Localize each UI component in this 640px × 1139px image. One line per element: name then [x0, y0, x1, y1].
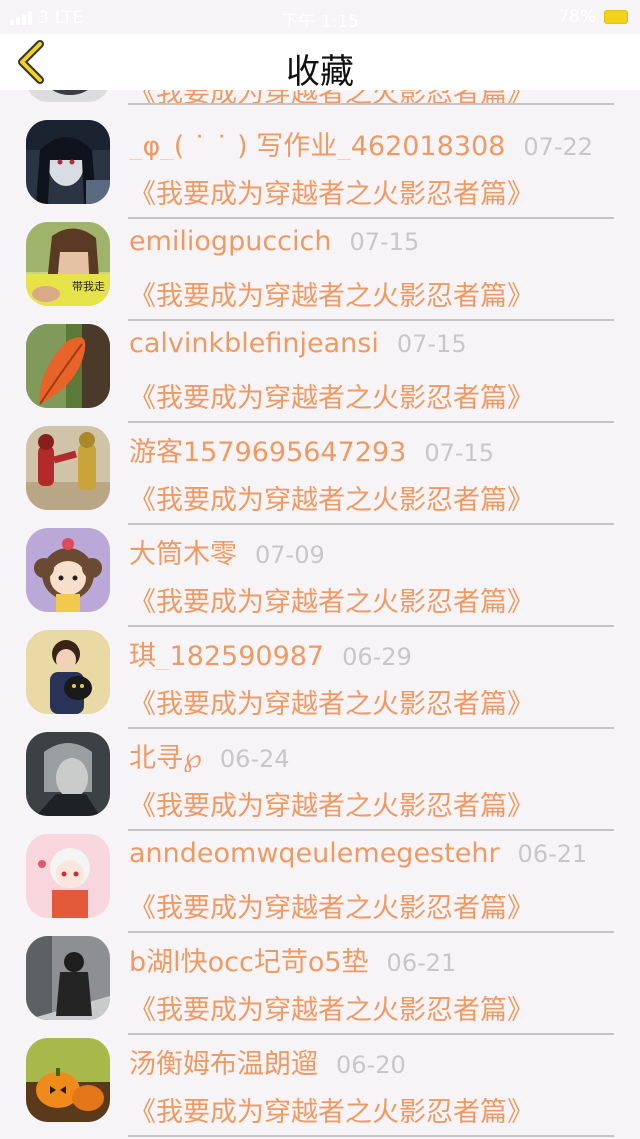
item-header: 大筒木零 07-09: [129, 532, 619, 568]
avatar: [26, 120, 110, 204]
user-name: 大筒木零: [129, 539, 237, 568]
user-name: 游客1579695647293: [129, 437, 407, 466]
item-title: 《我要成为穿越者之火影忍者篇》: [129, 281, 534, 312]
white-hair-anime-avatar: [26, 834, 110, 918]
pumpkin-avatar: [26, 1038, 110, 1122]
avatar: [26, 528, 110, 612]
avatar: [26, 1038, 110, 1122]
favorites-list[interactable]: 《我要成为穿越者之火影忍者篇》 _φ_( ˙ ˙ ) 写作业_462018308…: [0, 90, 640, 1139]
item-header: 游客1579695647293 07-15: [129, 430, 619, 466]
item-header: calvinkblefinjeansi 07-15: [129, 328, 619, 364]
list-item[interactable]: 汤衡姆布温朗遛 06-20 《我要成为穿越者之火影忍者篇》: [0, 1020, 640, 1137]
snow-person-avatar: [26, 936, 110, 1020]
item-header: emiliogpuccich 07-15: [129, 226, 619, 262]
user-name: b湖l快occ圮苛o5垫: [129, 947, 369, 976]
autumn-leaf-avatar: [26, 324, 110, 408]
item-header: 琪_182590987 06-29: [129, 634, 619, 670]
item-title: 《我要成为穿越者之火影忍者篇》: [129, 791, 534, 822]
item-header: _φ_( ˙ ˙ ) 写作业_462018308 07-22: [129, 124, 619, 160]
user-name: 汤衡姆布温朗遛: [129, 1049, 318, 1078]
user-name: 琪_182590987: [129, 641, 325, 670]
avatar-caption: 带我走: [72, 280, 105, 293]
user-name: calvinkblefinjeansi: [129, 328, 379, 359]
item-header: 北寻℘ 06-24: [129, 736, 619, 772]
page-title: 收藏: [286, 52, 354, 92]
avatar: 带我走: [26, 222, 110, 306]
item-header: 汤衡姆布温朗遛 06-20: [129, 1042, 619, 1078]
item-date: 06-20: [336, 1051, 406, 1078]
item-title: 《我要成为穿越者之火影忍者篇》: [129, 485, 534, 516]
list-item[interactable]: b湖l快occ圮苛o5垫 06-21 《我要成为穿越者之火影忍者篇》: [0, 918, 640, 1035]
list-item[interactable]: 琪_182590987 06-29 《我要成为穿越者之火影忍者篇》: [0, 612, 640, 729]
kamen-rider-avatar: [26, 426, 110, 510]
battery-percent: 78%: [558, 7, 596, 27]
item-date: 06-21: [517, 840, 588, 868]
status-right: 78%: [558, 7, 628, 27]
avatar: [26, 426, 110, 510]
nav-bar: 收藏: [0, 34, 640, 92]
anime-cat-girl-avatar: [26, 630, 110, 714]
divider: [128, 1135, 614, 1137]
list-item[interactable]: 游客1579695647293 07-15 《我要成为穿越者之火影忍者篇》: [0, 408, 640, 525]
item-title: 《我要成为穿越者之火影忍者篇》: [129, 1097, 534, 1128]
item-date: 07-09: [255, 541, 325, 568]
item-date: 07-15: [396, 330, 467, 358]
item-date: 06-29: [342, 643, 412, 670]
item-date: 07-22: [523, 133, 594, 160]
user-name: emiliogpuccich: [129, 226, 332, 257]
item-header: anndeomwqeulemegestehr 06-21: [129, 838, 619, 874]
list-item[interactable]: anndeomwqeulemegestehr 06-21 《我要成为穿越者之火影忍…: [0, 816, 640, 933]
item-header: b湖l快occ圮苛o5垫 06-21: [129, 940, 619, 976]
list-item[interactable]: 带我走 emiliogpuccich 07-15 《我要成为穿越者之火影忍者篇》: [0, 204, 640, 321]
item-date: 07-15: [424, 439, 495, 466]
item-title: 《我要成为穿越者之火影忍者篇》: [129, 383, 534, 414]
anime-boy-avatar: [26, 732, 110, 816]
item-title: 《我要成为穿越者之火影忍者篇》: [129, 995, 534, 1026]
battery-icon: [604, 10, 628, 24]
avatar: [26, 630, 110, 714]
item-title: 《我要成为穿越者之火影忍者篇》: [129, 689, 534, 720]
list-item[interactable]: 大筒木零 07-09 《我要成为穿越者之火影忍者篇》: [0, 510, 640, 627]
anime-girl-avatar: [26, 120, 110, 204]
list-item[interactable]: _φ_( ˙ ˙ ) 写作业_462018308 07-22 《我要成为穿越者之火…: [0, 102, 640, 219]
item-title: 《我要成为穿越者之火影忍者篇》: [129, 179, 534, 210]
user-name: anndeomwqeulemegestehr: [129, 838, 500, 869]
list-item[interactable]: calvinkblefinjeansi 07-15 《我要成为穿越者之火影忍者篇》: [0, 306, 640, 423]
item-date: 06-21: [386, 949, 457, 976]
avatar: [26, 324, 110, 408]
avatar: [26, 90, 110, 102]
user-name: 北寻℘: [129, 743, 202, 772]
list-item[interactable]: 北寻℘ 06-24 《我要成为穿越者之火影忍者篇》: [0, 714, 640, 831]
status-time: 下午 1:15: [281, 12, 359, 32]
item-title: 《我要成为穿越者之火影忍者篇》: [129, 893, 534, 924]
list-item-partial[interactable]: 《我要成为穿越者之火影忍者篇》: [0, 90, 640, 109]
avatar: [26, 732, 110, 816]
item-date: 06-24: [219, 745, 290, 772]
item-date: 07-15: [349, 228, 420, 256]
user-name: _φ_( ˙ ˙ ) 写作业_462018308: [129, 131, 506, 160]
ink-portrait-avatar: [26, 90, 110, 102]
item-title: 《我要成为穿越者之火影忍者篇》: [129, 587, 534, 618]
avatar: [26, 936, 110, 1020]
avatar: [26, 834, 110, 918]
girl-photo-avatar: 带我走: [26, 222, 110, 306]
status-bar: 3 LTE 下午 1:15 78%: [0, 0, 640, 34]
cartoon-girl-avatar: [26, 528, 110, 612]
